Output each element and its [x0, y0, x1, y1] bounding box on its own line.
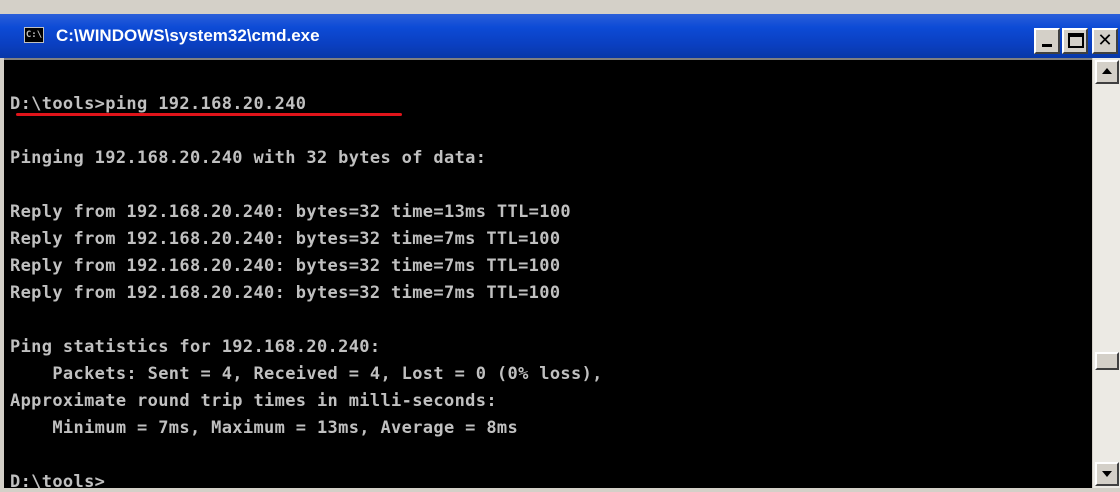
window-title: C:\WINDOWS\system32\cmd.exe — [56, 26, 320, 45]
console-lines: D:\tools>ping 192.168.20.240 Pinging 192… — [10, 64, 603, 488]
cmd-window: C:\ C:\WINDOWS\system32\cmd.exe ✕ D:\too… — [0, 0, 1120, 492]
console-line: Reply from 192.168.20.240: bytes=32 time… — [10, 256, 561, 276]
console-line: Pinging 192.168.20.240 with 32 bytes of … — [10, 148, 487, 168]
arrow-down-icon — [1102, 471, 1112, 477]
vertical-scrollbar[interactable] — [1092, 58, 1120, 488]
console-line: Reply from 192.168.20.240: bytes=32 time… — [10, 283, 561, 303]
minimize-button[interactable] — [1034, 28, 1060, 54]
close-button[interactable]: ✕ — [1092, 28, 1118, 54]
scroll-down-button[interactable] — [1095, 462, 1119, 486]
console-line: Packets: Sent = 4, Received = 4, Lost = … — [10, 364, 603, 384]
maximize-icon — [1068, 33, 1084, 48]
minimize-icon — [1042, 44, 1052, 47]
console-line: Approximate round trip times in milli-se… — [10, 391, 497, 411]
maximize-button[interactable] — [1062, 28, 1088, 54]
close-icon: ✕ — [1097, 30, 1113, 51]
cmd-app-icon[interactable]: C:\ — [24, 27, 44, 43]
arrow-up-icon — [1102, 68, 1112, 74]
command-underline-annotation — [16, 113, 402, 116]
console-line: Reply from 192.168.20.240: bytes=32 time… — [10, 229, 561, 249]
window-frame-bottom — [0, 488, 1120, 492]
console-line-prompt: D:\tools> — [10, 472, 106, 488]
console-line: Reply from 192.168.20.240: bytes=32 time… — [10, 202, 571, 222]
console-line: Ping statistics for 192.168.20.240: — [10, 337, 381, 357]
console-output[interactable]: D:\tools>ping 192.168.20.240 Pinging 192… — [4, 58, 1092, 488]
scrollbar-thumb[interactable] — [1095, 352, 1119, 370]
scroll-up-button[interactable] — [1095, 60, 1119, 84]
title-bar[interactable]: C:\ C:\WINDOWS\system32\cmd.exe ✕ — [0, 14, 1120, 58]
console-line: Minimum = 7ms, Maximum = 13ms, Average =… — [10, 418, 519, 438]
